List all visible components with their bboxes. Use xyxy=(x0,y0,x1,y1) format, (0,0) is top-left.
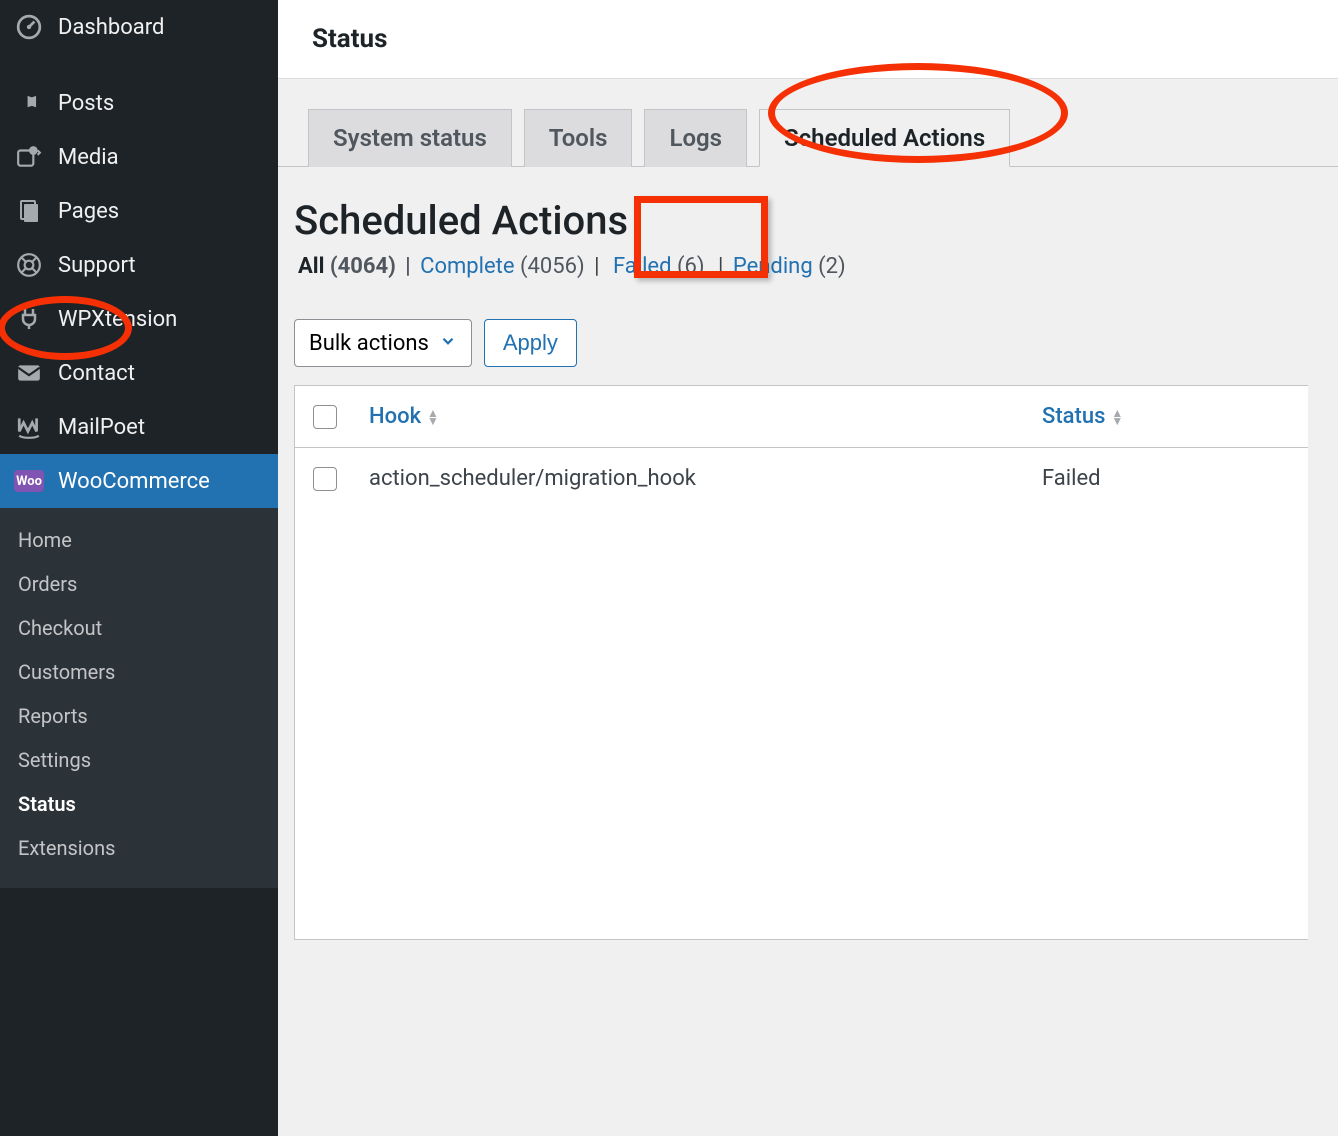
status-tabs: System status Tools Logs Scheduled Actio… xyxy=(278,79,1338,167)
tab-scheduled-actions[interactable]: Scheduled Actions xyxy=(759,109,1010,167)
pin-icon xyxy=(14,88,44,118)
sidebar-item-posts[interactable]: Posts xyxy=(0,76,278,130)
sidebar-item-label: MailPoet xyxy=(58,415,145,440)
mailpoet-icon xyxy=(14,412,44,442)
bulk-actions-select[interactable]: Bulk actions xyxy=(294,319,472,367)
sidebar-item-label: Posts xyxy=(58,91,114,116)
sidebar-item-label: Dashboard xyxy=(58,15,164,40)
column-hook[interactable]: Hook ▲▼ xyxy=(355,386,1028,447)
sidebar-sub-checkout[interactable]: Checkout xyxy=(0,606,278,650)
sidebar-sub-reports[interactable]: Reports xyxy=(0,694,278,738)
sidebar-item-label: WooCommerce xyxy=(58,469,210,494)
plug-icon xyxy=(14,304,44,334)
sidebar-sub-status[interactable]: Status xyxy=(0,782,278,826)
page-header: Status xyxy=(278,0,1338,79)
dashboard-icon xyxy=(14,12,44,42)
envelope-icon xyxy=(14,358,44,388)
sort-icon: ▲▼ xyxy=(427,409,439,425)
sidebar-item-label: Media xyxy=(58,145,119,170)
select-all-checkbox[interactable] xyxy=(313,405,337,429)
sort-icon: ▲▼ xyxy=(1111,409,1123,425)
sidebar-item-label: Support xyxy=(58,253,136,278)
sidebar-item-label: Contact xyxy=(58,361,135,386)
sidebar-item-media[interactable]: Media xyxy=(0,130,278,184)
support-icon xyxy=(14,250,44,280)
status-filters: All (4064) | Complete (4056) | Failed (6… xyxy=(294,248,1308,285)
sidebar-item-woocommerce[interactable]: Woo WooCommerce xyxy=(0,454,278,508)
page-title: Status xyxy=(312,24,1304,54)
filter-all[interactable]: All (4064) xyxy=(294,252,400,281)
chevron-down-icon xyxy=(439,331,457,356)
row-checkbox[interactable] xyxy=(313,467,337,491)
actions-table: Hook ▲▼ Status ▲▼ action_scheduler/migra… xyxy=(294,385,1308,940)
table-row: action_scheduler/migration_hook Failed xyxy=(295,448,1308,509)
filter-complete[interactable]: Complete (4056) xyxy=(416,252,589,281)
sidebar-sub-settings[interactable]: Settings xyxy=(0,738,278,782)
sidebar-sub-home[interactable]: Home xyxy=(0,518,278,562)
media-icon xyxy=(14,142,44,172)
sidebar-sub-extensions[interactable]: Extensions xyxy=(0,826,278,870)
sidebar-sub-orders[interactable]: Orders xyxy=(0,562,278,606)
filter-pending[interactable]: Pending (2) xyxy=(729,252,850,281)
sidebar-item-pages[interactable]: Pages xyxy=(0,184,278,238)
woocommerce-icon: Woo xyxy=(14,466,44,496)
sidebar-sub-customers[interactable]: Customers xyxy=(0,650,278,694)
bulk-actions-row: Bulk actions Apply xyxy=(294,319,1308,367)
sidebar-item-support[interactable]: Support xyxy=(0,238,278,292)
sidebar-item-dashboard[interactable]: Dashboard xyxy=(0,0,278,54)
filter-failed[interactable]: Failed (6) xyxy=(605,248,713,285)
content-heading: Scheduled Actions xyxy=(294,197,1308,244)
sidebar-item-label: Pages xyxy=(58,199,119,224)
tab-system-status[interactable]: System status xyxy=(308,109,512,167)
main-content: Status System status Tools Logs Schedule… xyxy=(278,0,1338,1136)
pages-icon xyxy=(14,196,44,226)
tab-logs[interactable]: Logs xyxy=(644,109,747,167)
column-status[interactable]: Status ▲▼ xyxy=(1028,386,1308,447)
sidebar-item-contact[interactable]: Contact xyxy=(0,346,278,400)
admin-sidebar: Dashboard Posts Media Pages Support WPXt… xyxy=(0,0,278,1136)
sidebar-item-wpxtension[interactable]: WPXtension xyxy=(0,292,278,346)
tab-tools[interactable]: Tools xyxy=(524,109,633,167)
sidebar-item-label: WPXtension xyxy=(58,307,177,332)
sidebar-item-mailpoet[interactable]: MailPoet xyxy=(0,400,278,454)
apply-button[interactable]: Apply xyxy=(484,319,577,367)
sidebar-submenu: Home Orders Checkout Customers Reports S… xyxy=(0,508,278,888)
row-status: Failed xyxy=(1028,448,1308,509)
row-hook: action_scheduler/migration_hook xyxy=(355,448,1028,509)
